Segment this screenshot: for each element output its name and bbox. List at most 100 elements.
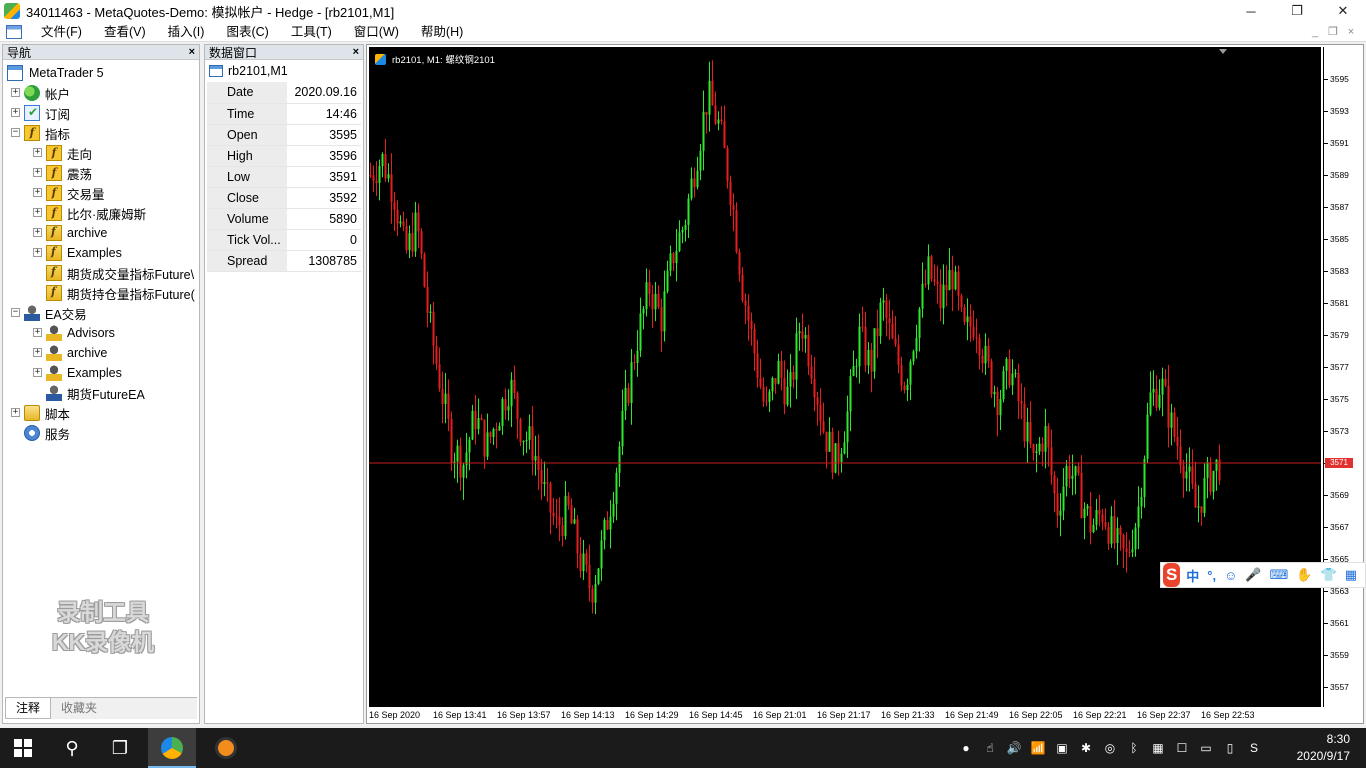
candle-body <box>426 286 429 313</box>
sogou-logo[interactable]: S <box>1163 563 1181 587</box>
minimize-button[interactable]: ─ <box>1228 0 1274 22</box>
navigator-item[interactable]: + 帐户 <box>3 83 199 103</box>
candle-body <box>753 329 756 354</box>
navigator-item[interactable]: + 脚本 <box>3 403 199 423</box>
navigator-item[interactable]: + f 走向 <box>3 143 199 163</box>
tray-icon[interactable]: ◎ <box>1102 740 1118 756</box>
navigator-item[interactable]: + Advisors <box>3 323 199 343</box>
mdi-close-button[interactable]: × <box>1342 22 1360 42</box>
expand-icon[interactable]: + <box>33 248 42 257</box>
navigator-item[interactable]: − f 指标 <box>3 123 199 143</box>
recorder-watermark: 录制工具 KK录像机 <box>33 597 173 657</box>
navigator-item[interactable]: + f 比尔·威廉姆斯 <box>3 203 199 223</box>
chart-window-icon[interactable] <box>6 24 22 39</box>
tray-icon[interactable]: ● <box>958 740 974 756</box>
chart-shift-arrow-icon[interactable] <box>1219 49 1227 54</box>
expand-icon[interactable]: + <box>33 228 42 237</box>
ime-language-toggle[interactable]: 中 <box>1186 566 1199 585</box>
collapse-icon[interactable]: − <box>11 308 20 317</box>
taskbar-clock[interactable]: 8:30 2020/9/17 <box>1297 731 1350 765</box>
menu-view[interactable]: 查看(V) <box>93 22 157 42</box>
navigator-item[interactable]: − EA交易 <box>3 303 199 323</box>
collapse-icon[interactable]: − <box>11 128 20 137</box>
navigator-item[interactable]: 服务 <box>3 423 199 443</box>
expand-icon[interactable]: + <box>33 328 42 337</box>
navigator-item[interactable]: + archive <box>3 223 199 243</box>
indicator-group-icon: f <box>46 145 62 161</box>
ime-keyboard-icon[interactable]: ⌨ <box>1270 567 1289 583</box>
time-tick-label: 16 Sep 13:57 <box>497 710 551 720</box>
expand-icon[interactable]: + <box>33 168 42 177</box>
expand-icon[interactable]: + <box>33 208 42 217</box>
ime-punctuation-toggle[interactable]: °, <box>1207 568 1216 583</box>
data-window-close-button[interactable]: × <box>353 46 359 58</box>
candle-body <box>1134 527 1137 550</box>
expand-icon[interactable]: + <box>33 148 42 157</box>
candle-body <box>921 283 924 309</box>
menu-help[interactable]: 帮助(H) <box>410 22 474 42</box>
ime-handwriting-icon[interactable]: ✋ <box>1296 567 1312 583</box>
navigator-item[interactable]: + f 震荡 <box>3 163 199 183</box>
price-tick <box>1324 655 1328 656</box>
navigator-item[interactable]: + archive <box>3 343 199 363</box>
navigator-item[interactable]: + Examples <box>3 363 199 383</box>
navigator-close-button[interactable]: × <box>189 46 195 58</box>
price-tick-label: 3567 <box>1330 522 1349 532</box>
taskbar-metatrader[interactable] <box>148 728 196 768</box>
navigator-item[interactable]: 期货成交量指标Future\ <box>3 263 199 283</box>
expand-icon[interactable]: + <box>33 348 42 357</box>
navigator-item[interactable]: 期货FutureEA <box>3 383 199 403</box>
candle-body <box>786 386 789 405</box>
tray-icon[interactable]: S <box>1246 740 1262 756</box>
expand-icon[interactable]: + <box>33 368 42 377</box>
menu-tools[interactable]: 工具(T) <box>280 22 343 42</box>
navigator-item[interactable]: + f 交易量 <box>3 183 199 203</box>
navigator-item[interactable]: 期货持仓量指标Future( <box>3 283 199 303</box>
start-button[interactable] <box>0 728 48 768</box>
data-window-title: 数据窗口 <box>209 45 258 60</box>
time-axis[interactable]: 16 Sep 2020 16 Sep 13:41 16 Sep 13:57 16 Se… <box>369 707 1321 723</box>
tray-icon[interactable]: ▦ <box>1150 740 1166 756</box>
expand-icon[interactable]: + <box>11 88 20 97</box>
mdi-restore-button[interactable]: ❐ <box>1324 22 1342 42</box>
menu-charts[interactable]: 图表(C) <box>215 22 279 42</box>
tray-icon[interactable]: ᛒ <box>1126 740 1142 756</box>
ime-skin-icon[interactable]: 👕 <box>1321 567 1337 583</box>
menu-insert[interactable]: 插入(I) <box>157 22 216 42</box>
close-button[interactable]: ✕ <box>1320 0 1366 22</box>
tray-icon[interactable]: ☐ <box>1174 740 1190 756</box>
navigator-item[interactable]: MetaTrader 5 <box>3 63 199 83</box>
ime-voice-icon[interactable]: 🎤 <box>1245 567 1261 583</box>
expand-icon[interactable]: + <box>33 188 42 197</box>
maximize-button[interactable]: ❐ <box>1274 0 1320 22</box>
tray-icon[interactable]: ▣ <box>1054 740 1070 756</box>
tray-icon[interactable]: ▯ <box>1222 740 1238 756</box>
tab-favorites[interactable]: 收藏夹 <box>51 698 107 719</box>
kk-recorder-icon <box>215 737 237 759</box>
task-view-icon[interactable]: ❐ <box>96 728 144 768</box>
tray-icon[interactable]: ✱ <box>1078 740 1094 756</box>
candlestick-chart[interactable] <box>369 47 1321 707</box>
taskbar-kk-recorder[interactable] <box>202 728 250 768</box>
mdi-minimize-button[interactable]: _ <box>1306 22 1324 42</box>
search-icon[interactable]: ⚲ <box>48 728 96 768</box>
expand-icon[interactable]: + <box>11 408 20 417</box>
chart-area[interactable]: rb2101, M1: 螺纹钢2101 <box>369 47 1321 707</box>
candle-body <box>672 253 675 264</box>
navigator-item[interactable]: + Examples <box>3 243 199 263</box>
navigator-item[interactable]: + 订阅 <box>3 103 199 123</box>
ime-emoji-icon[interactable]: ☺ <box>1224 568 1237 583</box>
expand-icon[interactable]: + <box>11 108 20 117</box>
tray-icon[interactable]: ☝ <box>982 740 998 756</box>
ime-toolbox-icon[interactable]: ▦ <box>1345 567 1357 583</box>
candle-body <box>678 232 681 251</box>
navigator-item-label: 指标 <box>45 127 71 142</box>
price-axis[interactable]: 3557355935613563356535673569357135733575… <box>1323 47 1363 707</box>
tray-icon[interactable]: 📶 <box>1030 740 1046 756</box>
menu-window[interactable]: 窗口(W) <box>343 22 410 42</box>
tray-icon[interactable]: ▭ <box>1198 740 1214 756</box>
tab-comments[interactable]: 注释 <box>5 698 52 719</box>
menu-file[interactable]: 文件(F) <box>30 22 93 42</box>
tray-icon[interactable]: 🔊 <box>1006 740 1022 756</box>
candle-body <box>1026 422 1029 442</box>
